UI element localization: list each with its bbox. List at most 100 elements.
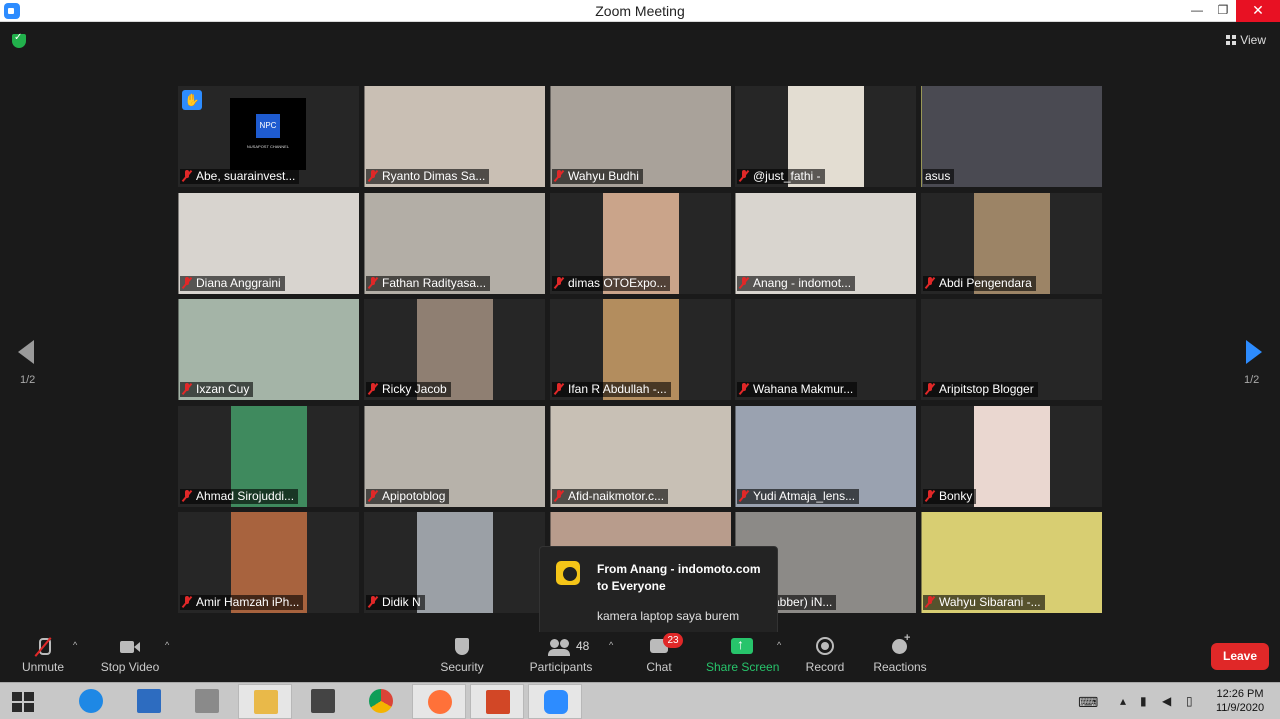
muted-mic-icon bbox=[182, 277, 192, 289]
network-icon[interactable]: ▮ bbox=[1140, 694, 1147, 708]
taskbar-printer[interactable] bbox=[180, 684, 234, 719]
share-screen-button[interactable]: Share Screen bbox=[706, 632, 779, 682]
participant-name-label: Yudi Atmaja_lens... bbox=[753, 489, 856, 503]
participant-tile[interactable]: Didik N bbox=[364, 512, 545, 613]
participant-tile[interactable]: Ryanto Dimas Sa... bbox=[364, 86, 545, 187]
window-titlebar: Zoom Meeting — ❐ ✕ bbox=[0, 0, 1280, 22]
muted-mic-icon bbox=[182, 170, 192, 182]
share-options-caret[interactable]: ^ bbox=[772, 632, 782, 682]
microphone-muted-icon bbox=[31, 637, 55, 657]
system-clock[interactable]: 12:26 PM 11/9/2020 bbox=[1212, 687, 1268, 715]
window-title: Zoom Meeting bbox=[595, 3, 685, 19]
participant-tile[interactable]: @just_fathi - bbox=[735, 86, 916, 187]
record-button[interactable]: Record bbox=[804, 632, 846, 682]
audio-options-caret[interactable]: ^ bbox=[68, 632, 78, 682]
participant-name: Afid-naikmotor.c... bbox=[552, 489, 669, 504]
maximize-button[interactable]: ❐ bbox=[1208, 0, 1238, 22]
participant-name: Wahyu Sibarani -... bbox=[923, 595, 1045, 610]
participant-gallery: NPC NUSAPOST CHANNEL ✋ Abe, suarainvest... R… bbox=[178, 86, 1104, 618]
volume-icon[interactable]: ◀ bbox=[1162, 694, 1171, 708]
participant-tile[interactable]: Anang - indomot... bbox=[735, 193, 916, 294]
participant-name: Ryanto Dimas Sa... bbox=[366, 169, 490, 184]
monitor-icon bbox=[137, 689, 161, 713]
stop-video-button[interactable]: Stop Video bbox=[98, 632, 162, 682]
participant-tile[interactable]: Wahyu Budhi bbox=[550, 86, 731, 187]
page-indicator-right: 1/2 bbox=[1244, 374, 1260, 386]
zoom-icon bbox=[544, 690, 568, 714]
participant-video bbox=[416, 512, 493, 613]
view-button[interactable]: View bbox=[1226, 33, 1266, 47]
participants-icon bbox=[548, 637, 572, 657]
security-button[interactable]: Security bbox=[436, 632, 488, 682]
muted-mic-icon bbox=[554, 277, 564, 289]
muted-mic-icon bbox=[368, 490, 378, 502]
participant-tile[interactable]: Amir Hamzah iPh... bbox=[178, 512, 359, 613]
leave-button[interactable]: Leave bbox=[1211, 643, 1269, 670]
participant-tile[interactable]: Ricky Jacob bbox=[364, 299, 545, 400]
participant-name: Abe, suarainvest... bbox=[180, 169, 300, 184]
muted-mic-icon bbox=[368, 277, 378, 289]
windows-taskbar: ⌨ ▴ ▮ ◀ ▯ 12:26 PM 11/9/2020 bbox=[0, 682, 1280, 719]
view-label: View bbox=[1240, 33, 1266, 47]
participant-tile[interactable]: Ifan R Abdullah -... bbox=[550, 299, 731, 400]
keyboard-icon[interactable]: ⌨ bbox=[1078, 694, 1098, 711]
unmute-button[interactable]: Unmute bbox=[14, 632, 72, 682]
participant-tile[interactable]: Ahmad Sirojuddi... bbox=[178, 406, 359, 507]
participant-name: Fathan Radityasa... bbox=[366, 276, 491, 291]
participant-tile[interactable]: Ixzan Cuy bbox=[178, 299, 359, 400]
close-button[interactable]: ✕ bbox=[1236, 0, 1280, 22]
muted-mic-icon bbox=[554, 383, 564, 395]
participant-tile[interactable]: Apipotoblog bbox=[364, 406, 545, 507]
muted-mic-icon bbox=[739, 277, 749, 289]
taskbar-lenovo-app[interactable] bbox=[122, 684, 176, 719]
tray-expand-icon[interactable]: ▴ bbox=[1120, 694, 1126, 708]
participant-tile[interactable]: Wahyu Sibarani -... bbox=[921, 512, 1102, 613]
participant-name: Anang - indomot... bbox=[737, 276, 856, 291]
next-page-arrow-icon[interactable] bbox=[1246, 340, 1262, 364]
participant-tile[interactable]: Diana Anggraini bbox=[178, 193, 359, 294]
windows-start-icon[interactable] bbox=[12, 692, 34, 712]
participant-tile[interactable]: dimas OTOExpo... bbox=[550, 193, 731, 294]
participant-name-label: Aripitstop Blogger bbox=[939, 382, 1034, 396]
participant-name-label: dimas OTOExpo... bbox=[568, 276, 667, 290]
taskbar-media-player[interactable] bbox=[296, 684, 350, 719]
raised-hand-icon: ✋ bbox=[182, 90, 202, 110]
participant-name: Ricky Jacob bbox=[366, 382, 451, 397]
participant-name-label: Bonky bbox=[939, 489, 973, 503]
powerpoint-icon bbox=[486, 690, 510, 714]
folder-icon bbox=[254, 690, 278, 714]
shield-icon bbox=[450, 637, 474, 657]
participant-tile[interactable]: Abdi Pengendara bbox=[921, 193, 1102, 294]
taskbar-firefox[interactable] bbox=[412, 684, 466, 719]
participant-tile[interactable]: Aripitstop Blogger bbox=[921, 299, 1102, 400]
muted-mic-icon bbox=[554, 490, 564, 502]
participant-tile[interactable]: Bonky bbox=[921, 406, 1102, 507]
participant-name-label: Wahana Makmur... bbox=[753, 382, 854, 396]
battery-icon[interactable]: ▯ bbox=[1186, 694, 1193, 708]
participant-name: Bonky bbox=[923, 489, 977, 504]
participant-tile[interactable]: Yudi Atmaja_lens... bbox=[735, 406, 916, 507]
participant-tile[interactable]: Afid-naikmotor.c... bbox=[550, 406, 731, 507]
participant-name-label: Apipotoblog bbox=[382, 489, 446, 503]
grid-view-icon bbox=[1226, 35, 1237, 45]
taskbar-zoom[interactable] bbox=[528, 684, 582, 719]
participant-name: asus bbox=[923, 169, 955, 184]
muted-mic-icon bbox=[368, 383, 378, 395]
taskbar-file-explorer[interactable] bbox=[238, 684, 292, 719]
chat-message: kamera laptop saya burem bbox=[597, 609, 740, 623]
taskbar-chrome[interactable] bbox=[354, 684, 408, 719]
participant-tile[interactable]: Fathan Radityasa... bbox=[364, 193, 545, 294]
participants-options-caret[interactable]: ^ bbox=[604, 632, 614, 682]
participant-count: 48 bbox=[576, 639, 590, 653]
participant-tile[interactable]: Wahana Makmur... bbox=[735, 299, 916, 400]
taskbar-internet-explorer[interactable] bbox=[64, 684, 118, 719]
video-options-caret[interactable]: ^ bbox=[160, 632, 170, 682]
taskbar-powerpoint[interactable] bbox=[470, 684, 524, 719]
chat-notification-popup[interactable]: From Anang - indomoto.com to Everyone ka… bbox=[539, 546, 778, 648]
security-shield-icon[interactable] bbox=[12, 32, 26, 48]
npc-channel-logo: NPC NUSAPOST CHANNEL bbox=[230, 98, 306, 170]
previous-page-arrow-icon[interactable] bbox=[18, 340, 34, 364]
participant-tile[interactable]: asus bbox=[921, 86, 1102, 187]
reactions-button[interactable]: Reactions bbox=[872, 632, 928, 682]
participant-tile[interactable]: NPC NUSAPOST CHANNEL ✋ Abe, suarainvest... bbox=[178, 86, 359, 187]
